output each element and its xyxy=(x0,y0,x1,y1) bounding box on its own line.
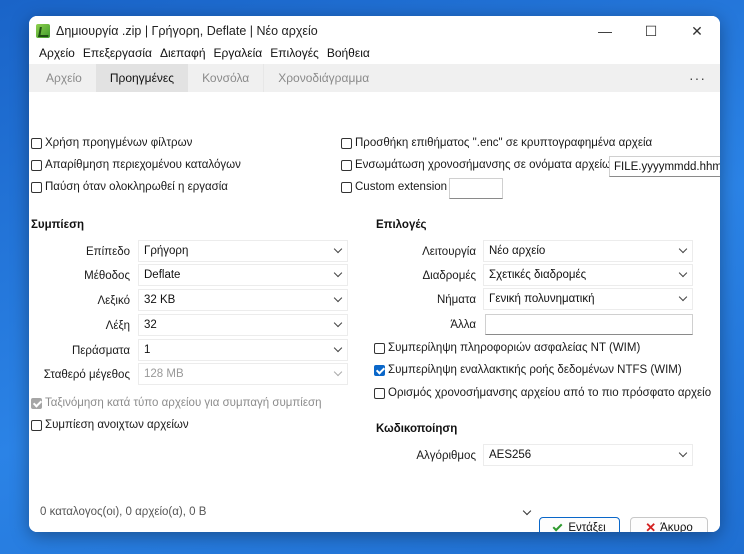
menu-help[interactable]: Βοήθεια xyxy=(323,46,374,60)
title-bar[interactable]: Δημιουργία .zip | Γρήγορη, Deflate | Νέο… xyxy=(29,16,720,46)
menu-edit[interactable]: Επεξεργασία xyxy=(79,46,156,60)
checkbox-box[interactable] xyxy=(374,387,385,399)
mode-label: Λειτουργία xyxy=(422,246,476,258)
latest-timestamp-checkbox[interactable]: Ορισμός χρονοσήμανσης αρχείου από το πιο… xyxy=(374,387,711,399)
minimize-button[interactable]: — xyxy=(582,16,628,46)
other-field[interactable] xyxy=(485,314,693,335)
checkbox-box[interactable] xyxy=(31,397,42,409)
mode-select[interactable]: Νέο αρχείο xyxy=(483,240,693,262)
chevron-down-icon xyxy=(678,268,688,278)
maximize-button[interactable]: ☐ xyxy=(628,16,674,46)
advanced-panel: Χρήση προηγμένων φίλτρων Απαρίθμηση περι… xyxy=(29,92,720,532)
close-button[interactable]: ✕ xyxy=(674,16,720,46)
pause-when-done-checkbox[interactable]: Παύση όταν ολοκληρωθεί η εργασία xyxy=(31,181,228,193)
enc-suffix-checkbox[interactable]: Προσθήκη επιθήματος ".enc" σε κρυπτογραφ… xyxy=(341,137,652,149)
word-label: Λέξη xyxy=(105,320,130,332)
menu-bar: Αρχείο Επεξεργασία Διεπαφή Εργαλεία Επιλ… xyxy=(29,43,720,63)
level-select[interactable]: Γρήγορη xyxy=(138,240,348,262)
chevron-down-icon xyxy=(333,268,343,278)
cancel-button[interactable]: ✕ Άκυρο xyxy=(630,517,708,532)
advanced-filters-checkbox[interactable]: Χρήση προηγμένων φίλτρων xyxy=(31,137,192,149)
dictionary-select[interactable]: 32 KB xyxy=(138,289,348,311)
paths-label: Διαδρομές xyxy=(422,270,476,282)
method-label: Μέθοδος xyxy=(84,270,130,282)
checkmark-icon xyxy=(552,521,563,532)
tab-console[interactable]: Κονσόλα xyxy=(188,64,264,92)
chevron-down-icon xyxy=(678,244,688,254)
enumerate-dirs-checkbox[interactable]: Απαρίθμηση περιεχομένου καταλόγων xyxy=(31,159,241,171)
nt-security-checkbox[interactable]: Συμπερίληψη πληροφοριών ασφαλείας NT (WI… xyxy=(374,342,640,354)
tab-bar: Αρχείο Προηγμένες Κονσόλα Χρονοδιάγραμμα… xyxy=(29,64,720,92)
timestamp-filenames-checkbox[interactable]: Ενσωμάτωση χρονοσήμανσης σε ονόματα αρχε… xyxy=(341,159,617,171)
threads-select[interactable]: Γενική πολυνηματική xyxy=(483,288,693,310)
app-logo-icon xyxy=(36,24,50,38)
ok-button[interactable]: Εντάξει xyxy=(539,517,620,532)
menu-tools[interactable]: Εργαλεία xyxy=(210,46,267,60)
solid-size-label: Σταθερό μέγεθος xyxy=(43,369,130,381)
algorithm-select[interactable]: AES256 xyxy=(483,444,693,466)
checkbox-box[interactable] xyxy=(341,137,352,149)
chevron-down-icon xyxy=(678,448,688,458)
dictionary-label: Λεξικό xyxy=(97,295,130,307)
checkbox-box[interactable] xyxy=(31,159,42,171)
custom-extension-field[interactable] xyxy=(449,178,503,199)
checkbox-box[interactable] xyxy=(341,159,352,171)
checkbox-box[interactable] xyxy=(341,181,352,193)
custom-extension-checkbox[interactable]: Custom extension xyxy=(341,181,447,193)
checkbox-box[interactable] xyxy=(31,137,42,149)
checkbox-box[interactable] xyxy=(374,342,385,354)
level-label: Επίπεδο xyxy=(85,246,130,258)
paths-select[interactable]: Σχετικές διαδρομές xyxy=(483,264,693,286)
timestamp-format-field[interactable]: FILE.yyyymmdd.hhmmss xyxy=(609,156,720,177)
chevron-down-icon xyxy=(333,318,343,328)
encryption-section-title: Κωδικοποίηση xyxy=(376,423,458,435)
passes-select[interactable]: 1 xyxy=(138,339,348,361)
app-window: Δημιουργία .zip | Γρήγορη, Deflate | Νέο… xyxy=(29,16,720,532)
passes-label: Περάσματα xyxy=(71,345,130,357)
close-icon: ✕ xyxy=(645,520,657,532)
checkbox-box[interactable] xyxy=(31,419,42,431)
threads-label: Νήματα xyxy=(436,294,476,306)
compression-section-title: Συμπίεση xyxy=(31,219,84,231)
method-select[interactable]: Deflate xyxy=(138,264,348,286)
chevron-down-icon[interactable] xyxy=(522,506,532,516)
checkbox-box[interactable] xyxy=(374,364,385,376)
status-text: 0 καταλογος(οι), 0 αρχείο(α), 0 B xyxy=(40,506,207,518)
chevron-down-icon xyxy=(333,244,343,254)
chevron-down-icon xyxy=(333,343,343,353)
ntfs-streams-checkbox[interactable]: Συμπερίληψη εναλλακτικής ροής δεδομένων … xyxy=(374,364,682,376)
options-section-title: Επιλογές xyxy=(376,219,427,231)
checkbox-box[interactable] xyxy=(31,181,42,193)
tab-archive[interactable]: Αρχείο xyxy=(32,64,96,92)
tab-schedule[interactable]: Χρονοδιάγραμμα xyxy=(263,64,384,92)
algorithm-label: Αλγόριθμος xyxy=(416,450,476,462)
menu-options[interactable]: Επιλογές xyxy=(266,46,323,60)
menu-interface[interactable]: Διεπαφή xyxy=(156,46,210,60)
sort-by-type-checkbox[interactable]: Ταξινόμηση κατά τύπο αρχείου για συμπαγή… xyxy=(31,397,321,409)
menu-file[interactable]: Αρχείο xyxy=(35,46,79,60)
window-title: Δημιουργία .zip | Γρήγορη, Deflate | Νέο… xyxy=(56,24,318,38)
chevron-down-icon xyxy=(333,367,343,377)
other-label: Άλλα xyxy=(450,319,476,331)
solid-size-select[interactable]: 128 MB xyxy=(138,363,348,385)
window-controls: — ☐ ✕ xyxy=(582,16,720,46)
chevron-down-icon xyxy=(678,292,688,302)
tab-advanced[interactable]: Προηγμένες xyxy=(95,64,189,92)
chevron-down-icon xyxy=(333,293,343,303)
word-select[interactable]: 32 xyxy=(138,314,348,336)
compress-open-files-checkbox[interactable]: Συμπίεση ανοιχτων αρχείων xyxy=(31,419,189,431)
more-options-icon[interactable]: ··· xyxy=(689,70,706,86)
